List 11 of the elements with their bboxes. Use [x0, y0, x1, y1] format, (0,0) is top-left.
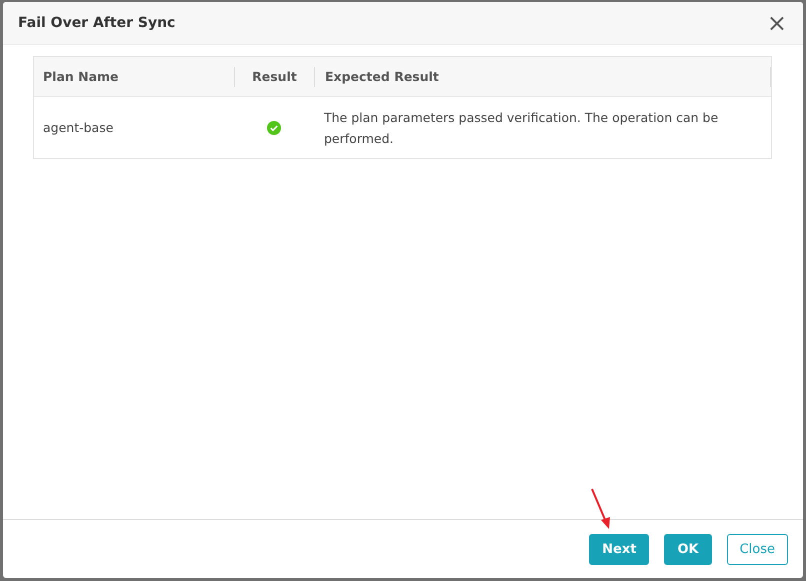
table-cell-text: The plan parameters passed verification. The operation can be performed. — [323, 108, 720, 148]
dialog-button[interactable]: Next — [589, 534, 650, 564]
dialog-title: Fail Over After Sync — [18, 15, 176, 31]
column-header: Plan Name — [42, 68, 120, 86]
table-cell-text: agent-base — [42, 119, 114, 137]
dialog-button[interactable]: Close — [726, 534, 788, 564]
annotation-arrow — [590, 488, 612, 530]
column-header: Result — [234, 66, 314, 86]
close-button[interactable]: × — [762, 11, 791, 35]
dialog-button[interactable]: OK — [664, 534, 712, 564]
column-header: Expected Result — [314, 66, 771, 86]
